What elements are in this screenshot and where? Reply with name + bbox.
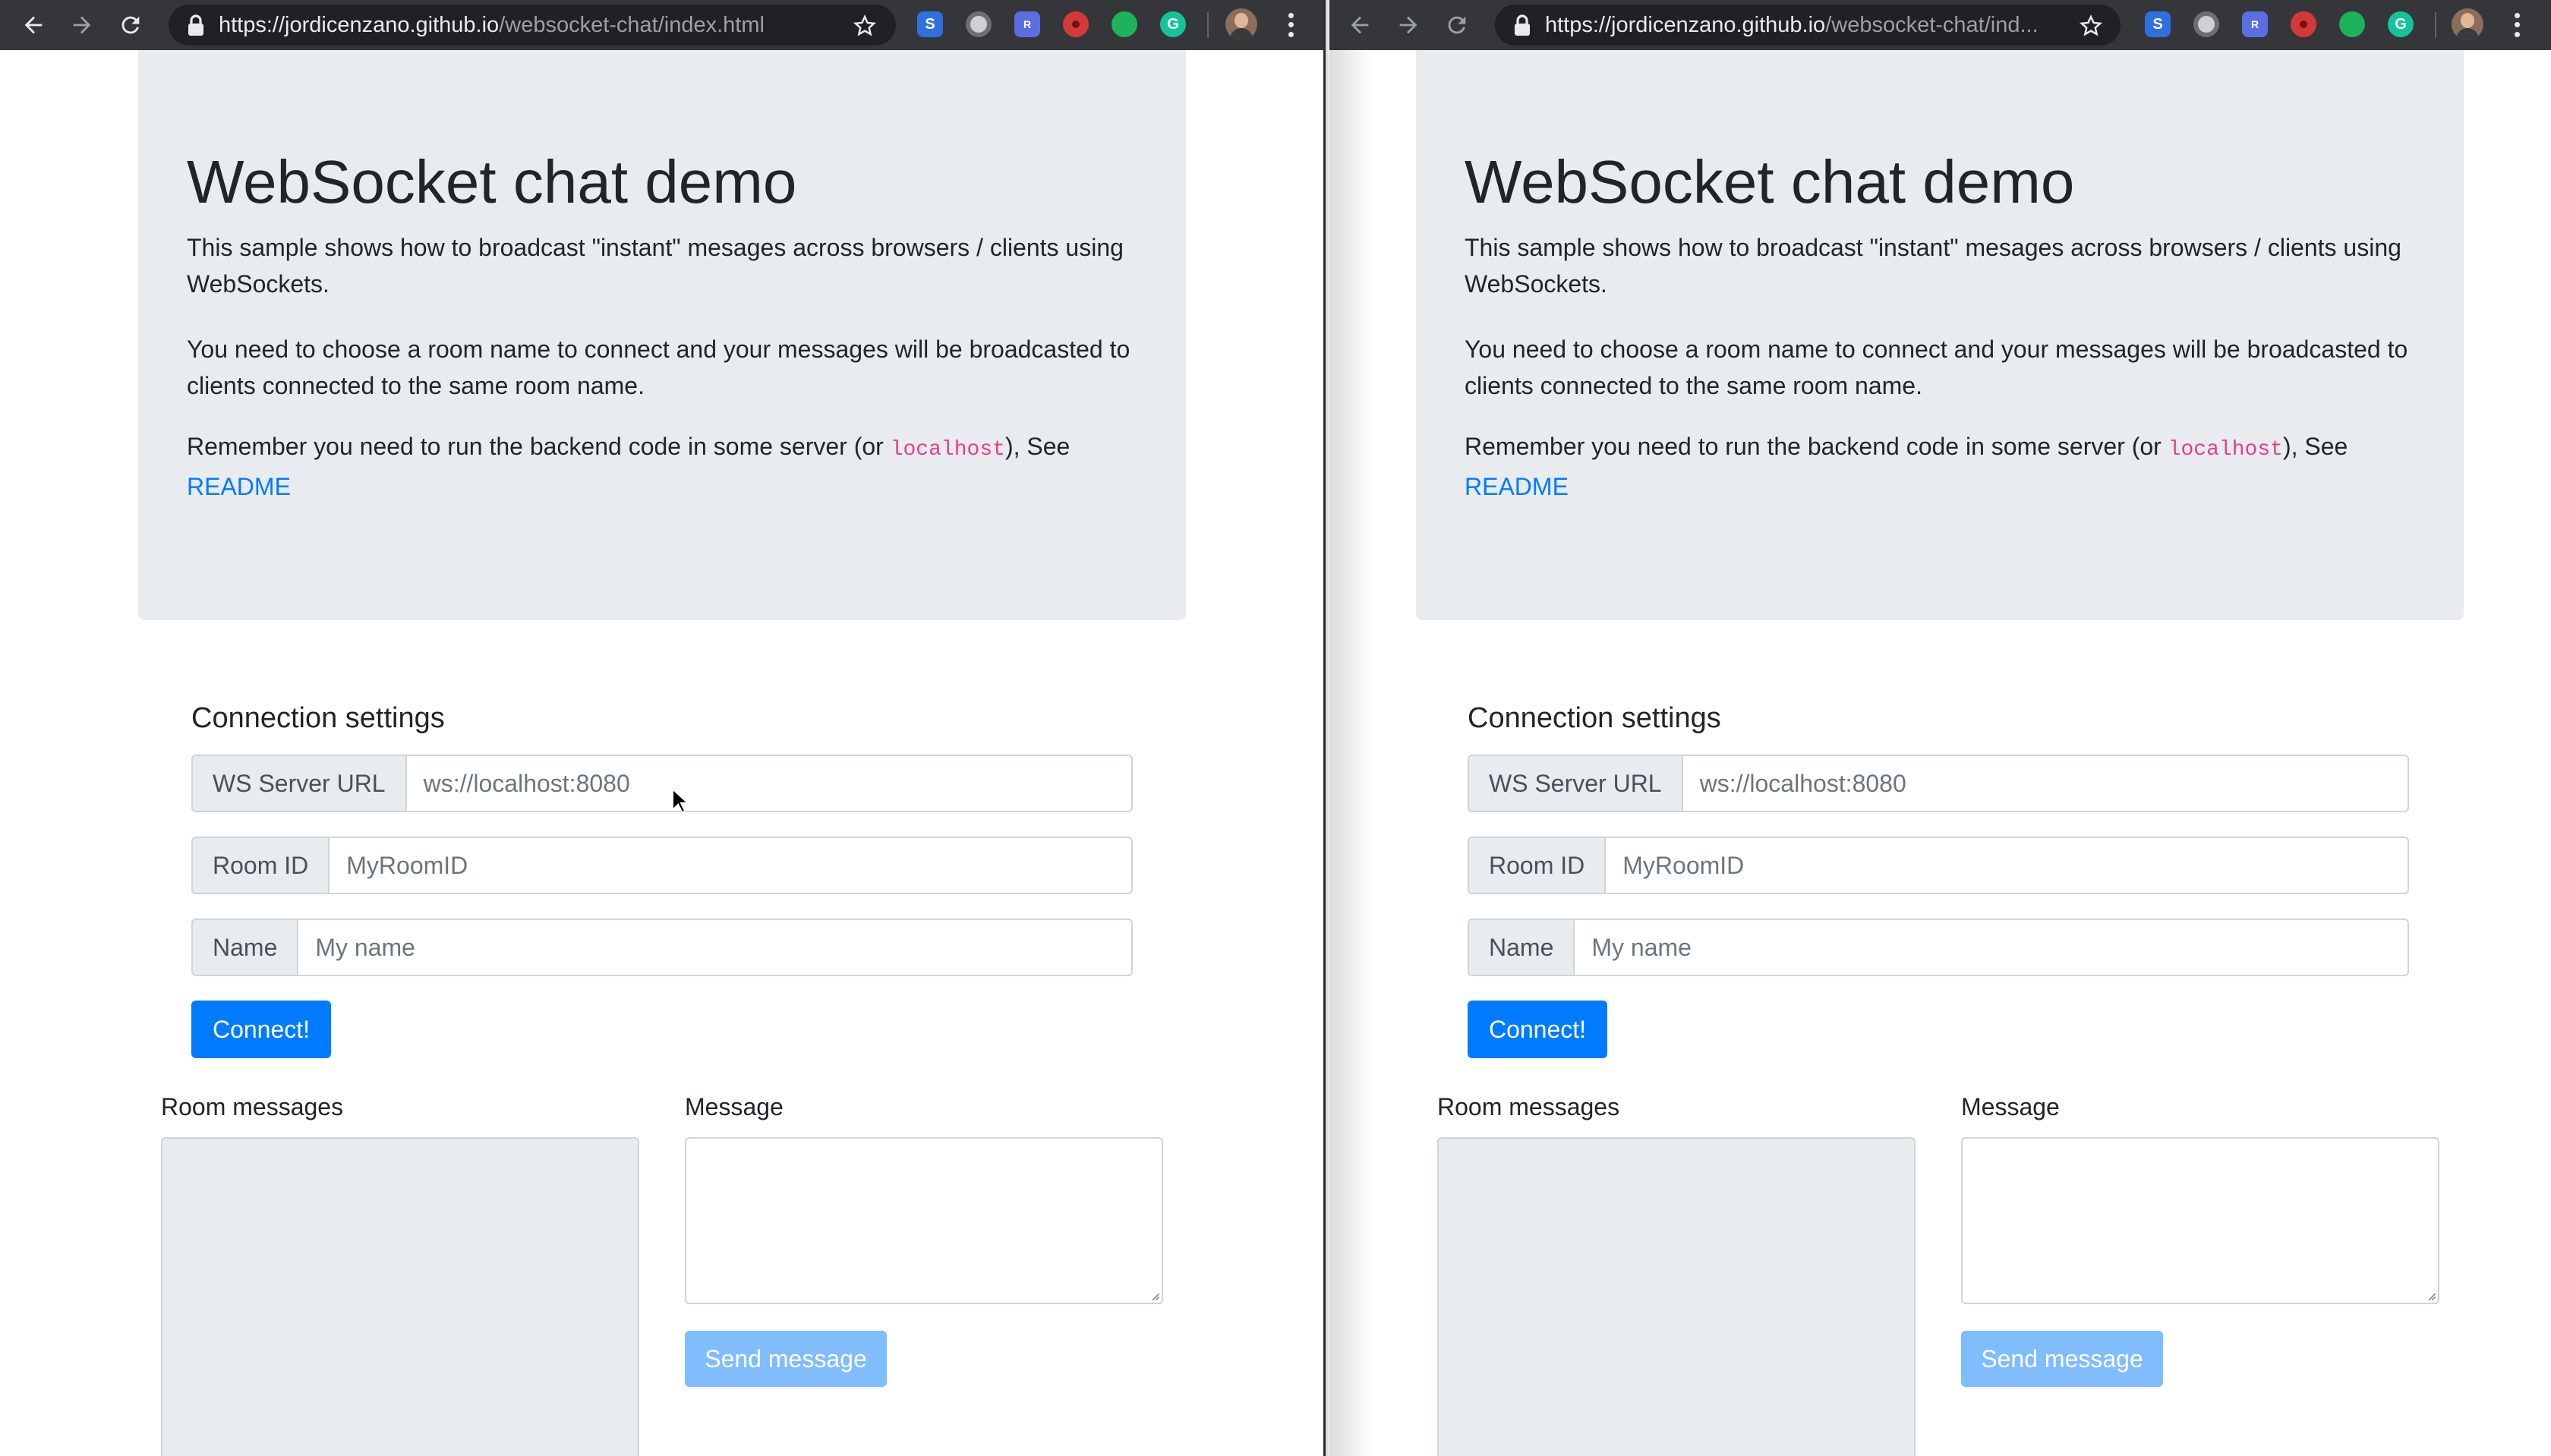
intro-paragraph-2: You need to choose a room name to connec… — [187, 336, 1130, 399]
url-text: https://jordicenzano.github.io/websocket… — [219, 13, 765, 37]
toolbar-separator — [2435, 12, 2436, 38]
name-group: Name My name — [1468, 919, 2409, 976]
resize-grip-icon[interactable] — [1149, 1291, 1160, 1301]
readme-link[interactable]: README — [187, 473, 291, 500]
back-arrow-icon[interactable] — [14, 5, 53, 45]
jumbotron: WebSocket chat demo This sample shows ho… — [138, 50, 1186, 620]
mouse-pointer-icon — [672, 788, 688, 814]
lock-icon — [188, 14, 203, 36]
name-input[interactable]: My name — [298, 919, 1133, 976]
ws-url-group: WS Server URL ws://localhost:8080 — [191, 755, 1133, 812]
star-icon[interactable] — [2080, 14, 2102, 37]
profile-avatar[interactable] — [2452, 8, 2483, 40]
jumbotron: WebSocket chat demo This sample shows ho… — [1416, 50, 2464, 620]
reload-icon[interactable] — [1437, 5, 1477, 45]
extension-r-icon[interactable]: R — [2242, 11, 2268, 37]
forward-arrow-icon[interactable] — [1389, 5, 1428, 45]
intro-paragraph-1: This sample shows how to broadcast "inst… — [1465, 234, 2401, 298]
address-bar[interactable]: https://jordicenzano.github.io/websocket… — [169, 5, 896, 46]
window-divider — [1323, 0, 1329, 1456]
room-messages-label: Room messages — [1437, 1093, 1620, 1120]
room-id-label: Room ID — [191, 837, 330, 894]
address-bar[interactable]: https://jordicenzano.github.io/websocket… — [1495, 5, 2121, 46]
toolbar-separator — [1207, 12, 1209, 38]
ws-url-group: WS Server URL ws://localhost:8080 — [1468, 755, 2409, 812]
readme-link[interactable]: README — [1465, 473, 1569, 500]
extension-s-icon[interactable]: S — [2145, 11, 2171, 37]
extension-s-icon[interactable]: S — [917, 11, 943, 37]
room-id-input[interactable]: MyRoomID — [330, 837, 1133, 894]
room-messages-label: Room messages — [161, 1093, 344, 1120]
back-arrow-icon[interactable] — [1340, 5, 1380, 45]
message-label: Message — [685, 1093, 784, 1120]
connection-settings-heading: Connection settings — [1468, 702, 1721, 734]
extension-green-icon[interactable] — [2339, 11, 2365, 37]
room-id-input[interactable]: MyRoomID — [1606, 837, 2409, 894]
browser-toolbar: https://jordicenzano.github.io/websocket… — [1329, 0, 2551, 50]
ws-url-input[interactable]: ws://localhost:8080 — [1682, 755, 2409, 812]
browser-window-left: https://jordicenzano.github.io/websocket… — [0, 0, 1323, 1456]
intro-paragraph-3: Remember you need to run the backend cod… — [1465, 433, 2348, 500]
resize-grip-icon[interactable] — [2426, 1291, 2436, 1301]
forward-arrow-icon[interactable] — [62, 5, 102, 45]
name-group: Name My name — [191, 919, 1133, 976]
profile-avatar[interactable] — [1225, 8, 1257, 40]
extension-red-icon[interactable] — [1063, 11, 1089, 37]
localhost-code: localhost — [890, 438, 1005, 462]
connect-button[interactable]: Connect! — [1468, 1001, 1607, 1058]
name-input[interactable]: My name — [1575, 919, 2409, 976]
room-id-group: Room ID MyRoomID — [1468, 837, 2409, 894]
reload-icon[interactable] — [111, 5, 150, 45]
extension-red-icon[interactable] — [2291, 11, 2316, 37]
room-id-label: Room ID — [1468, 837, 1607, 894]
intro-paragraph-2: You need to choose a room name to connec… — [1465, 336, 2408, 399]
lock-icon — [1515, 14, 1530, 36]
room-messages-box[interactable] — [1437, 1137, 1916, 1456]
send-message-button[interactable]: Send message — [685, 1331, 887, 1387]
ws-url-label: WS Server URL — [1468, 755, 1683, 812]
browser-window-right: https://jordicenzano.github.io/websocket… — [1329, 0, 2551, 1456]
ws-url-input[interactable]: ws://localhost:8080 — [406, 755, 1133, 812]
extension-circle-icon[interactable] — [966, 11, 992, 37]
page-title: WebSocket chat demo — [187, 148, 797, 216]
connection-settings-heading: Connection settings — [191, 702, 445, 734]
message-label: Message — [1961, 1093, 2060, 1120]
intro-paragraph-1: This sample shows how to broadcast "inst… — [187, 234, 1124, 298]
message-textarea[interactable] — [685, 1137, 1163, 1304]
message-textarea[interactable] — [1961, 1137, 2439, 1304]
ws-url-label: WS Server URL — [191, 755, 407, 812]
grammarly-icon[interactable]: G — [1160, 11, 1186, 37]
url-text: https://jordicenzano.github.io/websocket… — [1545, 13, 2039, 37]
intro-paragraph-3: Remember you need to run the backend cod… — [187, 433, 1071, 500]
kebab-menu-icon[interactable] — [2512, 11, 2521, 39]
extension-circle-icon[interactable] — [2193, 11, 2219, 37]
page-title: WebSocket chat demo — [1465, 148, 2075, 216]
extension-green-icon[interactable] — [1112, 11, 1137, 37]
connect-button[interactable]: Connect! — [191, 1001, 331, 1058]
localhost-code: localhost — [2168, 438, 2283, 462]
extension-r-icon[interactable]: R — [1014, 11, 1040, 37]
kebab-menu-icon[interactable] — [1286, 11, 1295, 39]
name-label: Name — [1468, 919, 1575, 976]
send-message-button[interactable]: Send message — [1961, 1331, 2163, 1387]
room-id-group: Room ID MyRoomID — [191, 837, 1133, 894]
browser-toolbar: https://jordicenzano.github.io/websocket… — [0, 0, 1323, 50]
room-messages-box[interactable] — [161, 1137, 639, 1456]
star-icon[interactable] — [853, 14, 876, 37]
name-label: Name — [191, 919, 299, 976]
grammarly-icon[interactable]: G — [2388, 11, 2414, 37]
